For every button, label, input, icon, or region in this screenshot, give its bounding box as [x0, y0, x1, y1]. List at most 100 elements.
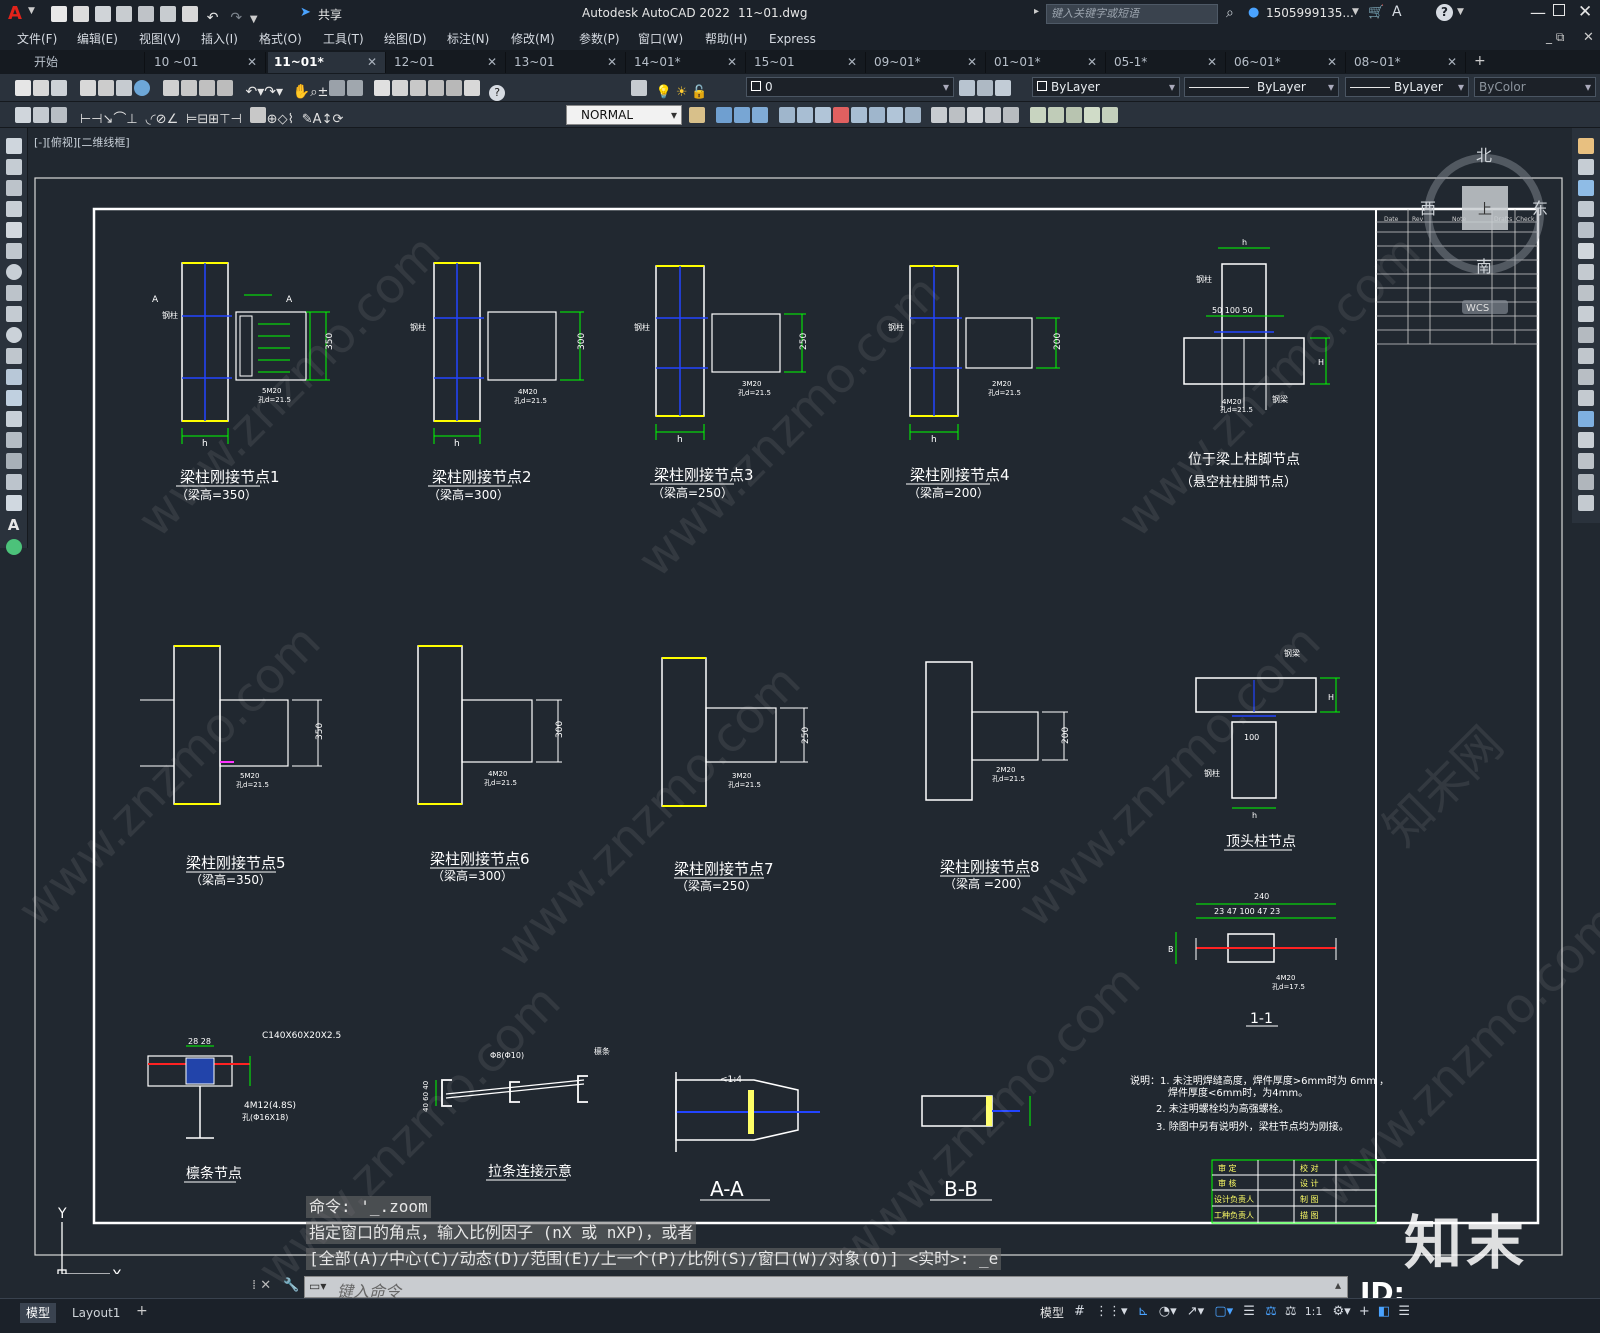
fillet-icon[interactable]: [1578, 453, 1594, 469]
baseline-icon[interactable]: ⊟: [197, 112, 208, 127]
make-current-icon[interactable]: [959, 80, 975, 96]
array-icon[interactable]: [1578, 222, 1594, 238]
polygon-icon[interactable]: [5, 201, 22, 217]
ellipse-arc-icon[interactable]: [5, 348, 22, 364]
tab-09-01[interactable]: 09~01* ✕: [868, 52, 986, 73]
ellipse-icon[interactable]: [5, 327, 22, 343]
osnap-icon[interactable]: ▢▾: [1214, 1304, 1233, 1319]
chamfer-icon[interactable]: [1578, 432, 1594, 448]
tab-06-01[interactable]: 06~01* ✕: [1228, 52, 1346, 73]
scale-value[interactable]: 1:1: [1305, 1305, 1323, 1318]
dim-space-icon[interactable]: ⊤: [219, 112, 230, 127]
scale-icon[interactable]: [1578, 285, 1594, 301]
logo-dropdown-icon[interactable]: ▼: [28, 6, 35, 16]
undo-icon[interactable]: ↶: [207, 10, 219, 26]
layout-tab-model[interactable]: 模型: [20, 1303, 57, 1323]
open-web-icon[interactable]: [138, 6, 155, 22]
redo-icon[interactable]: ↷: [230, 10, 242, 26]
ortho-icon[interactable]: ⊾: [1138, 1304, 1149, 1319]
customize-icon[interactable]: ☰: [1398, 1304, 1410, 1319]
menu-draw[interactable]: 绘图(D): [384, 30, 427, 48]
open-file-icon[interactable]: [72, 6, 89, 22]
command-recent-icon[interactable]: ▴: [1335, 1278, 1341, 1292]
zoom-realtime-icon[interactable]: ⌕±: [310, 85, 328, 100]
tab-close-icon[interactable]: ✕: [1087, 52, 1097, 73]
addselected-icon[interactable]: [5, 539, 22, 555]
insert-block-icon[interactable]: [5, 369, 22, 385]
tab-05-1[interactable]: 05-1* ✕: [1108, 52, 1226, 73]
save-as-icon[interactable]: [116, 6, 133, 22]
plus-icon[interactable]: +: [1359, 1304, 1370, 1319]
save-icon[interactable]: [51, 80, 67, 96]
help-dropdown-icon[interactable]: ▼: [1457, 7, 1464, 17]
tab-close-icon[interactable]: ✕: [247, 52, 257, 73]
ucs-icon-6[interactable]: [868, 107, 885, 123]
tab-11-01[interactable]: 11~01* ✕: [268, 52, 386, 73]
dim-text-edit-icon[interactable]: A↕: [313, 112, 333, 127]
menu-view[interactable]: 视图(V): [139, 30, 181, 48]
solid-icon-2[interactable]: [949, 107, 966, 123]
viewcube[interactable]: [1424, 154, 1544, 314]
dim-update-icon[interactable]: ⟳: [332, 112, 343, 127]
command-prompt-icon[interactable]: ▭▾: [309, 1279, 326, 1293]
tab-13-01[interactable]: 13~01 ✕: [508, 52, 626, 73]
tab-01-01[interactable]: 01~01* ✕: [988, 52, 1106, 73]
dim-break-icon[interactable]: ⊣: [231, 112, 242, 127]
zoom-window-icon[interactable]: [329, 80, 346, 96]
ucs-icon-2[interactable]: [796, 107, 813, 123]
user-dropdown-icon[interactable]: ▼: [1352, 7, 1359, 17]
layer-state-icon[interactable]: [995, 80, 1011, 96]
preview-icon[interactable]: [97, 80, 114, 96]
close-icon[interactable]: ✕: [1578, 2, 1592, 22]
aligned-dim-icon[interactable]: ↘: [102, 112, 113, 127]
tab-close-icon[interactable]: ✕: [967, 52, 977, 73]
redo-icon[interactable]: ↷▾: [264, 84, 283, 100]
user-icon[interactable]: ●: [1248, 5, 1259, 20]
markup-icon[interactable]: [446, 80, 463, 96]
move-icon[interactable]: [1578, 243, 1594, 259]
copy-object-icon[interactable]: [1578, 159, 1594, 175]
continue-icon[interactable]: ⊞: [208, 112, 219, 127]
solid-icon-3[interactable]: [967, 107, 984, 123]
menu-window[interactable]: 窗口(W): [638, 30, 683, 48]
maximize-icon[interactable]: [1553, 4, 1565, 16]
menu-express[interactable]: Express: [769, 30, 816, 48]
diameter-icon[interactable]: ⊘: [156, 112, 167, 127]
sheetset-icon[interactable]: [428, 80, 445, 96]
share-icon[interactable]: ➤: [300, 5, 311, 20]
qnew-icon[interactable]: [15, 80, 31, 96]
layer-manager-icon[interactable]: [631, 80, 647, 96]
blend-icon[interactable]: [1578, 474, 1594, 490]
lineweight-icon[interactable]: ☰: [1243, 1304, 1255, 1319]
gradient-icon[interactable]: [5, 453, 22, 469]
search-expand-icon[interactable]: ▸: [1034, 6, 1039, 17]
layer-freeze-icon[interactable]: ☀: [676, 85, 688, 100]
inspect-icon[interactable]: ◇: [278, 112, 288, 127]
copy-icon[interactable]: [180, 80, 197, 96]
quick-dim-icon[interactable]: ⊨: [186, 112, 197, 127]
isolate-icon[interactable]: ◧: [1378, 1304, 1390, 1319]
tab-08-01[interactable]: 08~01* ✕: [1348, 52, 1466, 73]
help-icon[interactable]: ?: [489, 85, 506, 101]
autocad-logo-icon[interactable]: A: [8, 3, 22, 24]
tab-close-icon[interactable]: ✕: [1207, 52, 1217, 73]
extend-icon[interactable]: [1578, 348, 1594, 364]
snap-icon[interactable]: ⋮⋮▾: [1095, 1304, 1128, 1319]
calculator-icon[interactable]: [464, 80, 481, 96]
pan-icon[interactable]: ✋: [293, 84, 310, 100]
ucs-icon-5[interactable]: [850, 107, 867, 123]
solid-icon-5[interactable]: [1003, 107, 1020, 123]
break-icon[interactable]: [1578, 390, 1594, 406]
paste-icon[interactable]: [198, 80, 215, 96]
add-layout-icon[interactable]: +: [136, 1303, 148, 1319]
qat-dropdown-icon[interactable]: ▼: [250, 14, 258, 25]
object-snap-icon[interactable]: [15, 107, 31, 123]
menu-parametric[interactable]: 参数(P): [579, 30, 620, 48]
layer-dropdown[interactable]: 0 ▾: [746, 77, 954, 97]
tab-close-icon[interactable]: ✕: [607, 52, 617, 73]
xline-icon[interactable]: [5, 159, 22, 175]
solid-icon-1[interactable]: [931, 107, 948, 123]
dim-style-icon[interactable]: [689, 107, 705, 123]
tab-14-01[interactable]: 14~01* ✕: [628, 52, 746, 73]
cart-icon[interactable]: 🛒: [1368, 5, 1384, 20]
